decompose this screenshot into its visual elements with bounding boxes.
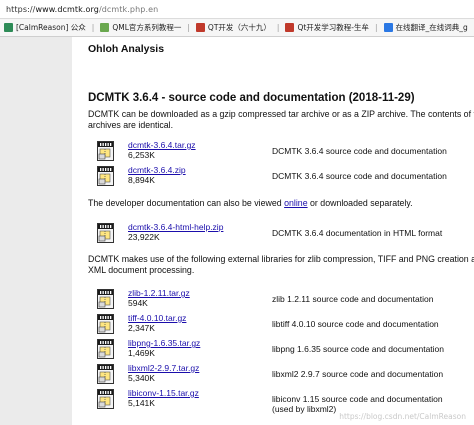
download-row: dcmtk-3.6.4.tar.gz 6,253K (95, 140, 196, 162)
archive-file-icon[interactable] (95, 288, 117, 310)
intro-text-line-2: archives are identical. (88, 120, 174, 130)
bookmark-favicon-icon (100, 23, 110, 32)
file-size: 23,922K (128, 232, 160, 242)
file-size: 594K (128, 298, 148, 308)
libraries-text-line-1: DCMTK makes use of the following externa… (88, 254, 474, 264)
bookmark-item[interactable]: QML官方系列教程一 (96, 19, 185, 36)
file-description-line: libiconv 1.15 source code and documentat… (272, 394, 443, 404)
file-size: 1,469K (128, 348, 155, 358)
archive-file-icon[interactable] (95, 222, 117, 244)
bookmark-label: [CalmReason] 公众 (16, 23, 86, 32)
download-link[interactable]: tiff-4.0.10.tar.gz (128, 313, 186, 323)
download-row: tiff-4.0.10.tar.gz 2,347K (95, 313, 186, 335)
bookmark-label: 在线翻译_在线词典_g (395, 23, 468, 32)
file-description-line: zlib 1.2.11 source code and documentatio… (272, 294, 434, 304)
page-left-margin (0, 37, 72, 425)
download-link[interactable]: libpng-1.6.35.tar.gz (128, 338, 200, 348)
url-text: https://www.dcmtk.org/dcmtk.php.en (6, 5, 158, 14)
file-description: zlib 1.2.11 source code and documentatio… (272, 294, 433, 304)
file-description-line: DCMTK 3.6.4 source code and documentatio… (272, 146, 447, 156)
file-description: DCMTK 3.6.4 source code and documentatio… (272, 171, 447, 181)
download-link[interactable]: zlib-1.2.11.tar.gz (128, 288, 190, 298)
url-host: www.dcmtk.org (35, 4, 99, 14)
address-bar[interactable]: https://www.dcmtk.org/dcmtk.php.en (0, 0, 474, 19)
download-link[interactable]: dcmtk-3.6.4-html-help.zip (128, 222, 223, 232)
download-link[interactable]: dcmtk-3.6.4.zip (128, 165, 186, 175)
download-meta: dcmtk-3.6.4-html-help.zip 23,922K (128, 222, 223, 242)
archive-file-icon[interactable] (95, 338, 117, 360)
page-content: Ohloh Analysis DCMTK 3.6.4 - source code… (72, 37, 474, 425)
online-doc-link[interactable]: online (284, 198, 307, 208)
file-description-line: libxml2 2.9.7 source code and documentat… (272, 369, 444, 379)
download-row: dcmtk-3.6.4.zip 8,894K (95, 165, 186, 187)
file-description: DCMTK 3.6.4 documentation in HTML format (272, 228, 442, 238)
bookmark-favicon-icon (383, 23, 393, 32)
bookmark-favicon-icon (285, 23, 295, 32)
bookmark-item[interactable]: 在线翻译_在线词典_g (380, 19, 472, 36)
developer-doc-text: The developer documentation can also be … (88, 198, 413, 208)
intro-text-line-1: DCMTK can be downloaded as a gzip compre… (88, 109, 474, 119)
page-heading: DCMTK 3.6.4 - source code and documentat… (88, 92, 415, 104)
file-size: 2,347K (128, 323, 155, 333)
download-meta: libiconv-1.15.tar.gz 5,141K (128, 388, 199, 408)
archive-file-icon[interactable] (95, 363, 117, 385)
libraries-text-line-2: XML document processing. (88, 265, 195, 275)
archive-file-icon[interactable] (95, 165, 117, 187)
file-description-line: DCMTK 3.6.4 source code and documentatio… (272, 171, 447, 181)
download-meta: tiff-4.0.10.tar.gz 2,347K (128, 313, 186, 333)
file-description-line: libtiff 4.0.10 source code and documenta… (272, 319, 439, 329)
archive-file-icon[interactable] (95, 388, 117, 410)
download-row: zlib-1.2.11.tar.gz 594K (95, 288, 190, 310)
download-row: libiconv-1.15.tar.gz 5,141K (95, 388, 199, 410)
bookmark-item[interactable]: QT开发（六十九） (192, 19, 275, 36)
file-description-line: libpng 1.6.35 source code and documentat… (272, 344, 445, 354)
file-description-line: DCMTK 3.6.4 documentation in HTML format (272, 228, 443, 238)
download-meta: zlib-1.2.11.tar.gz 594K (128, 288, 190, 308)
bookmark-item[interactable]: Qt开发学习教程-生牟 (281, 19, 373, 36)
bookmark-label: QT开发（六十九） (207, 23, 271, 32)
bookmark-favicon-icon (195, 23, 205, 32)
file-description: libtiff 4.0.10 source code and documenta… (272, 319, 439, 329)
bookmark-favicon-icon (4, 23, 13, 32)
download-meta: libpng-1.6.35.tar.gz 1,469K (128, 338, 200, 358)
bookmark-item[interactable]: [CalmReason] 公众 (0, 19, 90, 36)
download-row: libxml2-2.9.7.tar.gz 5,340K (95, 363, 199, 385)
download-meta: dcmtk-3.6.4.tar.gz 6,253K (128, 140, 196, 160)
file-description: DCMTK 3.6.4 source code and documentatio… (272, 146, 447, 156)
file-size: 5,141K (128, 398, 155, 408)
file-description: libiconv 1.15 source code and documentat… (272, 394, 443, 414)
bookmark-label: Qt开发学习教程-生牟 (297, 23, 369, 32)
url-path: /dcmtk.php.en (98, 4, 159, 14)
watermark: https://blog.csdn.net/CalmReason (339, 412, 466, 421)
file-description: libpng 1.6.35 source code and documentat… (272, 344, 444, 354)
bookmark-label: QML官方系列教程一 (112, 23, 182, 32)
file-description: libxml2 2.9.7 source code and documentat… (272, 369, 443, 379)
url-prefix: https:// (6, 4, 36, 14)
bookmarks-bar: [CalmReason] 公众 | QML官方系列教程一 | QT开发（六十九） | Qt开… (0, 19, 474, 37)
download-link[interactable]: libiconv-1.15.tar.gz (128, 388, 199, 398)
download-meta: dcmtk-3.6.4.zip 8,894K (128, 165, 186, 185)
download-row: dcmtk-3.6.4-html-help.zip 23,922K (95, 222, 223, 244)
file-size: 6,253K (128, 150, 155, 160)
download-meta: libxml2-2.9.7.tar.gz 5,340K (128, 363, 199, 383)
file-size: 8,894K (128, 175, 155, 185)
ohloh-analysis-widget[interactable]: Ohloh Analysis (88, 43, 164, 55)
download-row: libpng-1.6.35.tar.gz 1,469K (95, 338, 200, 360)
archive-file-icon[interactable] (95, 313, 117, 335)
download-link[interactable]: dcmtk-3.6.4.tar.gz (128, 140, 196, 150)
archive-file-icon[interactable] (95, 140, 117, 162)
download-link[interactable]: libxml2-2.9.7.tar.gz (128, 363, 199, 373)
file-size: 5,340K (128, 373, 155, 383)
